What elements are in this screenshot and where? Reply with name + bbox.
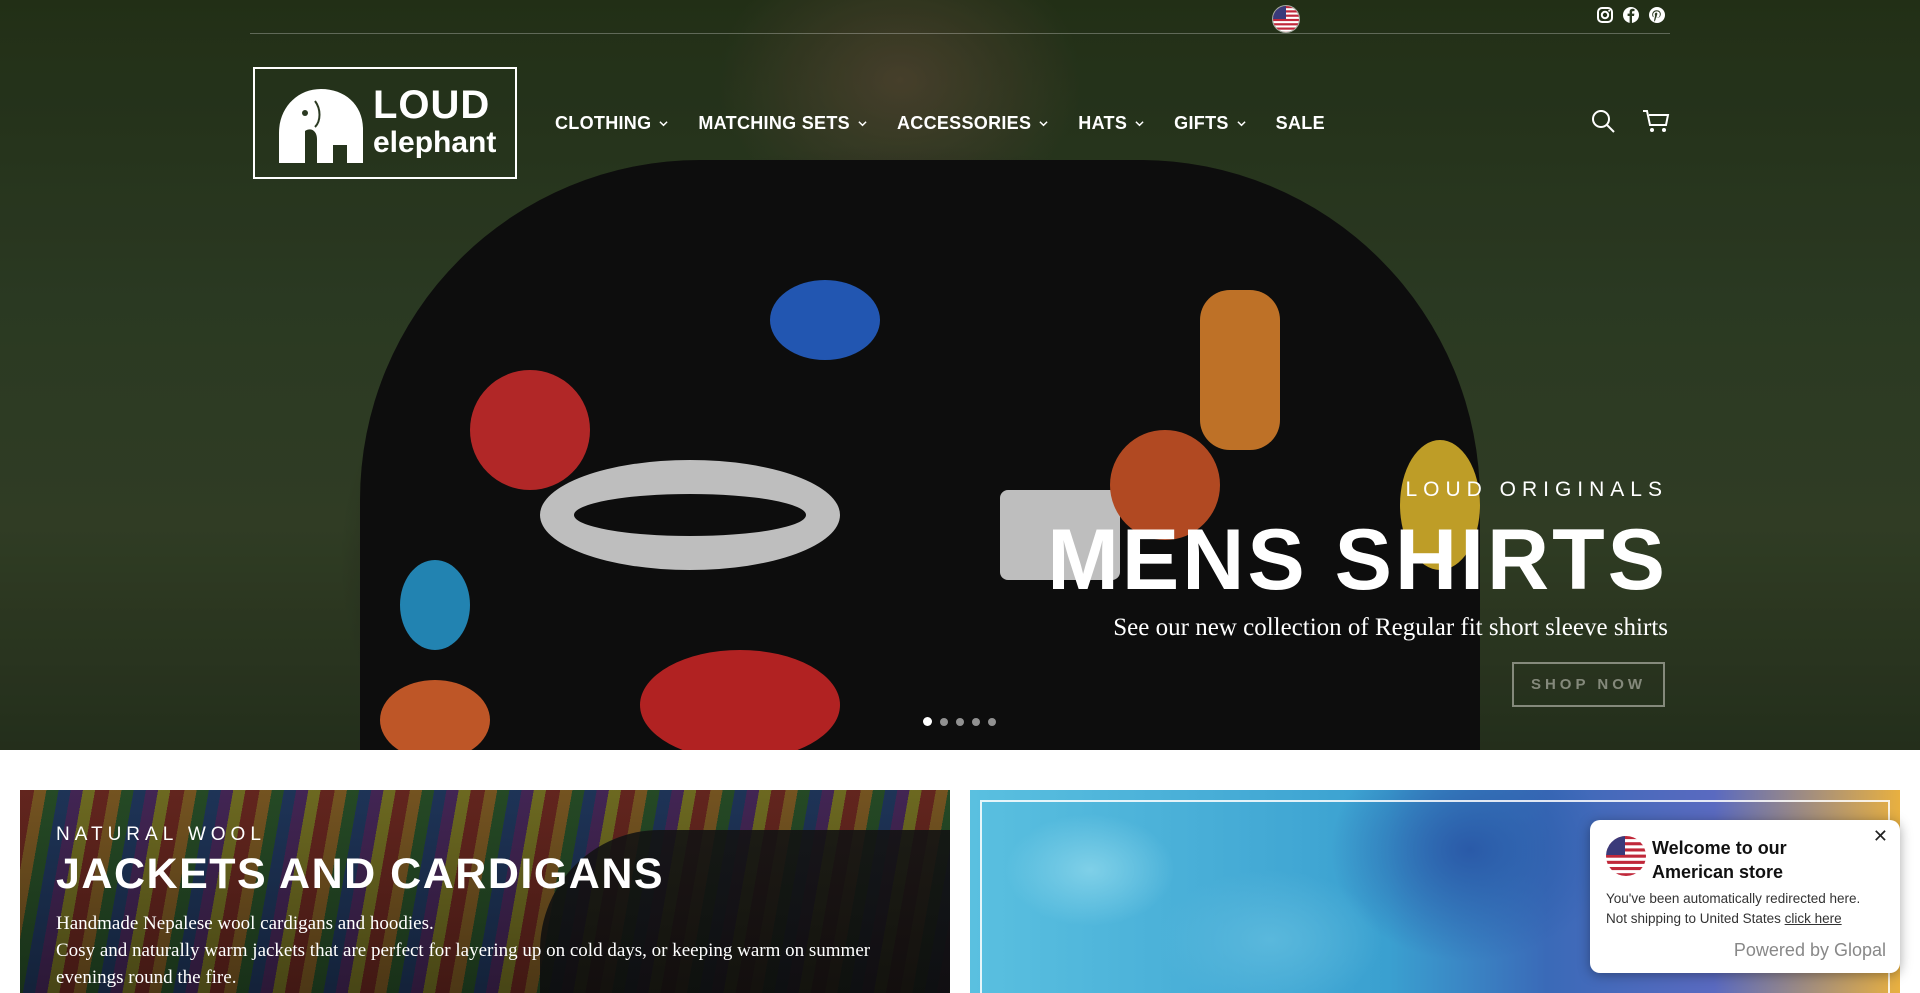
pinterest-icon[interactable] [1648, 6, 1666, 24]
hero-description: See our new collection of Regular fit sh… [1113, 614, 1668, 641]
slide-pagination [923, 717, 996, 726]
slide-dot-3[interactable] [956, 717, 964, 726]
nav-item-clothing[interactable]: CLOTHING [555, 110, 668, 136]
popup-shipping-text: Not shipping to United States [1606, 911, 1785, 926]
popup-shipping-note: Not shipping to United States click here [1606, 911, 1842, 926]
search-icon[interactable] [1590, 108, 1616, 139]
logo-text-loud: LOUD [373, 83, 491, 127]
tile-desc-line1: Handmade Nepalese wool cardigans and hoo… [56, 913, 434, 934]
tile-title: JACKETS AND CARDIGANS [56, 850, 665, 898]
shop-now-button[interactable]: SHOP NOW [1512, 662, 1665, 707]
nav-item-sale[interactable]: SALE [1276, 110, 1325, 136]
tile-description: Handmade Nepalese wool cardigans and hoo… [56, 910, 936, 991]
chevron-down-icon [659, 120, 668, 126]
main-navigation: CLOTHING MATCHING SETS ACCESSORIES HATS … [555, 110, 1355, 136]
chevron-down-icon [1039, 120, 1048, 126]
hero-kicker: LOUD ORIGINALS [1405, 478, 1668, 501]
nav-item-matching-sets[interactable]: MATCHING SETS [698, 110, 867, 136]
store-redirect-popup: ✕ Welcome to our American store You've b… [1590, 820, 1900, 973]
cart-icon[interactable] [1642, 108, 1670, 139]
elephant-logo-icon [279, 89, 363, 163]
top-utility-bar [250, 0, 1670, 34]
tile-kicker: NATURAL WOOL [56, 824, 266, 845]
us-flag-icon [1606, 836, 1646, 876]
slide-dot-4[interactable] [972, 717, 980, 726]
slide-dot-1[interactable] [923, 717, 932, 726]
us-flag-icon[interactable] [1272, 5, 1300, 33]
popup-title: Welcome to our American store [1652, 838, 1787, 882]
nav-label: CLOTHING [555, 112, 652, 133]
hero-title: MENS SHIRTS [1047, 512, 1668, 608]
chevron-down-icon [1135, 120, 1144, 126]
nav-label: GIFTS [1174, 112, 1229, 133]
facebook-icon[interactable] [1622, 6, 1640, 24]
chevron-down-icon [1237, 120, 1246, 126]
popup-message: You've been automatically redirected her… [1606, 891, 1861, 906]
powered-by-glopal: Powered by Glopal [1733, 940, 1886, 960]
tile-desc-line2: Cosy and naturally warm jackets that are… [56, 940, 871, 988]
nav-label: HATS [1078, 112, 1128, 133]
nav-item-hats[interactable]: HATS [1078, 110, 1144, 136]
slide-dot-5[interactable] [988, 717, 996, 726]
nav-item-accessories[interactable]: ACCESSORIES [897, 110, 1048, 136]
logo-text-elephant: elephant [373, 126, 497, 159]
nav-item-gifts[interactable]: GIFTS [1174, 110, 1246, 136]
slide-dot-2[interactable] [940, 717, 948, 726]
nav-label: ACCESSORIES [896, 112, 1032, 133]
collection-tile-jackets[interactable]: NATURAL WOOL JACKETS AND CARDIGANS Handm… [20, 790, 950, 993]
nav-label: MATCHING SETS [698, 112, 850, 133]
chevron-down-icon [858, 120, 867, 126]
site-logo[interactable]: LOUD elephant [253, 67, 517, 179]
click-here-link[interactable]: click here [1785, 911, 1842, 926]
instagram-icon[interactable] [1596, 6, 1614, 24]
close-icon[interactable]: ✕ [1873, 826, 1888, 847]
nav-label: SALE [1275, 112, 1325, 133]
